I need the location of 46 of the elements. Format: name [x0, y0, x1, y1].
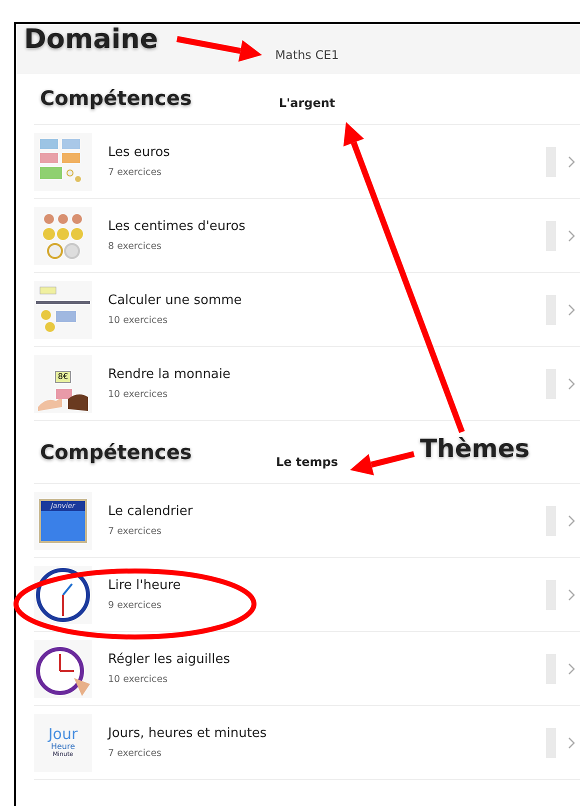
chevron-right-icon [568, 736, 576, 748]
exercise-count: 8 exercices [108, 241, 162, 252]
skill-row[interactable]: Calculer une somme 10 exercices [34, 273, 580, 347]
skill-row[interactable]: Les centimes d'euros 8 exercices [34, 199, 580, 273]
chevron-right-icon [568, 304, 576, 316]
skill-title: Jours, heures et minutes [108, 726, 268, 741]
skill-title: Rendre la monnaie [108, 367, 232, 382]
thumbnail-image [34, 566, 92, 624]
chevron-right-icon [568, 514, 576, 526]
annotation-arrow [350, 451, 415, 476]
skill-row[interactable]: Lire l'heure 9 exercices [34, 558, 580, 632]
thumbnail-word: Heure [50, 743, 76, 751]
annotation-label: Domaine [24, 24, 158, 55]
skill-row[interactable]: Les euros 7 exercices [34, 125, 580, 199]
exercise-count: 10 exercices [108, 389, 169, 400]
thumbnail-image [34, 640, 92, 698]
price-tag: 8€ [54, 370, 72, 382]
skill-title: Le calendrier [108, 504, 194, 519]
thumbnail-image [34, 280, 92, 338]
thumbnail-word: Jour [48, 727, 78, 742]
exercise-count: 10 exercices [108, 674, 169, 685]
thumbnail-image [34, 132, 92, 190]
chevron-right-icon [568, 588, 576, 600]
thumbnail-image [34, 206, 92, 264]
annotation-label: Thèmes [420, 434, 530, 463]
exercise-count: 7 exercices [108, 167, 162, 178]
exercise-count: 9 exercices [108, 600, 162, 611]
skill-title: Lire l'heure [108, 578, 182, 593]
skill-title: Les euros [108, 145, 171, 160]
skill-row[interactable]: Régler les aiguilles 10 exercices [34, 632, 580, 706]
skill-row[interactable]: 8€ Rendre la monnaie 10 exercices [34, 347, 580, 421]
exercise-count: 10 exercices [108, 315, 169, 326]
theme-title: Le temps [276, 455, 338, 469]
chevron-right-icon [568, 662, 576, 674]
exercise-count: 7 exercices [108, 526, 162, 537]
chevron-right-icon [568, 156, 576, 168]
chevron-right-icon [568, 230, 576, 242]
annotation-label: Compétences [40, 86, 192, 110]
domain-title: Maths CE1 [274, 48, 339, 64]
skill-title: Régler les aiguilles [108, 652, 231, 667]
chevron-right-icon [568, 378, 576, 390]
skill-title: Les centimes d'euros [108, 219, 246, 234]
skill-title: Calculer une somme [108, 293, 243, 308]
annotation-label: Compétences [40, 440, 192, 464]
exercise-count: 7 exercices [108, 748, 162, 759]
theme-title: L'argent [278, 96, 336, 110]
